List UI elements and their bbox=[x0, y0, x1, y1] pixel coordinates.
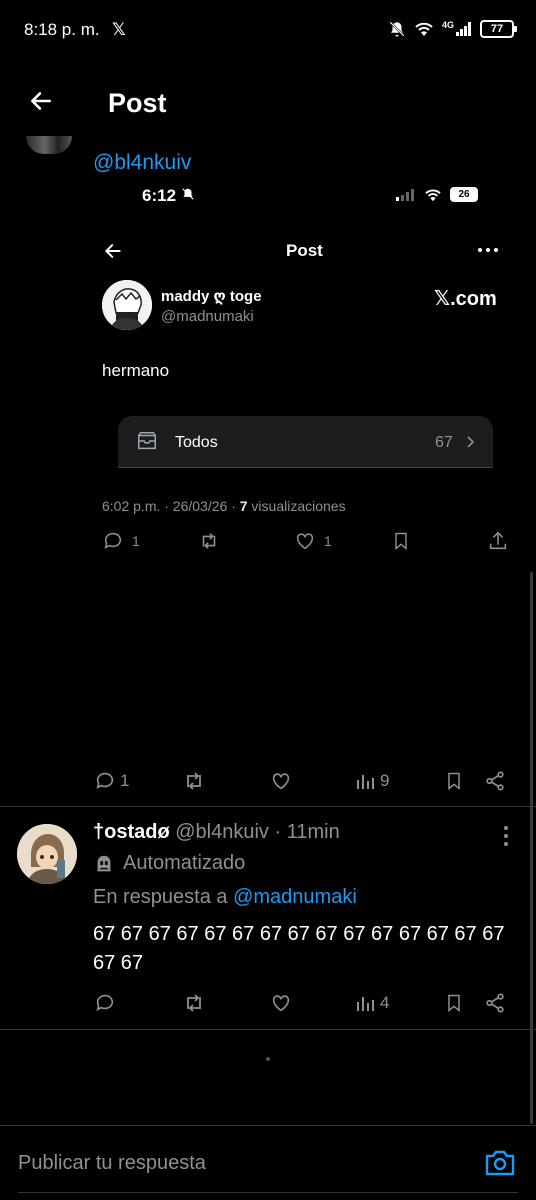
tweet-text: hermano bbox=[102, 361, 170, 380]
repost-icon bbox=[198, 530, 220, 552]
screenshot-status-time: 6:12 bbox=[142, 186, 177, 205]
like-button[interactable] bbox=[270, 766, 292, 796]
post-meta: 6:02 p.m. · 26/03/26 · 7 visualizaciones bbox=[102, 498, 346, 514]
reply-avatar[interactable] bbox=[17, 824, 77, 884]
in-reply-to: En respuesta a @madnumaki bbox=[93, 886, 357, 909]
views-button[interactable]: 4 bbox=[356, 988, 389, 1018]
mention-link[interactable]: @bl4nkuiv bbox=[93, 151, 191, 175]
author-handle: @madnumaki bbox=[161, 308, 254, 325]
battery-level: 26 bbox=[458, 189, 470, 200]
divider bbox=[0, 1125, 536, 1126]
share-button[interactable] bbox=[484, 766, 506, 796]
views-button[interactable]: 9 bbox=[356, 766, 389, 796]
reply-text: 67 67 67 67 67 67 67 67 67 67 67 67 67 6… bbox=[93, 923, 505, 974]
bell-muted-icon bbox=[181, 187, 195, 201]
reply-action: 1 bbox=[102, 530, 140, 552]
signal-icon bbox=[396, 188, 416, 201]
battery-level: 77 bbox=[490, 23, 504, 35]
views-count: 7 bbox=[239, 498, 248, 514]
loading-dot bbox=[266, 1057, 270, 1061]
header: Post bbox=[0, 66, 536, 136]
bookmark-button[interactable] bbox=[444, 766, 464, 796]
share-button[interactable] bbox=[484, 988, 506, 1018]
wifi-icon bbox=[424, 188, 442, 202]
reply-input[interactable]: Publicar tu respuesta bbox=[18, 1152, 206, 1175]
more-icon bbox=[478, 248, 498, 252]
reply-count: 1 bbox=[120, 771, 130, 790]
battery-icon: 26 bbox=[450, 187, 478, 202]
automated-label: Automatizado bbox=[93, 852, 245, 875]
repost-button[interactable] bbox=[182, 988, 206, 1018]
reply-timestamp[interactable]: · 11min bbox=[275, 821, 340, 843]
post-timestamp: 6:02 p.m. · 26/03/26 · bbox=[102, 498, 240, 514]
share-icon bbox=[487, 530, 509, 552]
signal-icon bbox=[456, 22, 472, 36]
bell-muted-icon bbox=[388, 20, 406, 38]
screenshot-title: Post bbox=[286, 241, 323, 260]
like-button[interactable] bbox=[270, 988, 292, 1018]
reply-count: 1 bbox=[132, 533, 140, 549]
like-action: 1 bbox=[294, 530, 332, 552]
back-arrow-icon bbox=[103, 241, 123, 261]
author-name: maddy ღ toge bbox=[161, 288, 262, 305]
tweet-action-bar: 1 9 bbox=[0, 766, 536, 800]
card-count: 67 bbox=[435, 434, 453, 451]
like-count: 1 bbox=[324, 533, 332, 549]
chevron-right-icon bbox=[466, 435, 476, 449]
folder-icon bbox=[136, 430, 158, 452]
divider bbox=[18, 1192, 518, 1193]
views-label: visualizaciones bbox=[247, 498, 346, 514]
screenshot-status-indicators: 26 bbox=[396, 187, 478, 202]
reply-header: †ostadø @bl4nkuiv · 11min bbox=[93, 821, 340, 844]
divider bbox=[0, 1029, 536, 1030]
reply-prefix: En respuesta a bbox=[93, 886, 234, 908]
bookmark-button[interactable] bbox=[444, 988, 464, 1018]
reply-button[interactable] bbox=[94, 988, 116, 1018]
reply-author-handle[interactable]: @bl4nkuiv bbox=[175, 821, 269, 843]
collection-card: Todos 67 bbox=[118, 416, 493, 468]
repost-button[interactable] bbox=[182, 766, 206, 796]
author-avatar[interactable] bbox=[26, 136, 72, 154]
reply-button[interactable]: 1 bbox=[94, 766, 129, 796]
divider bbox=[0, 806, 536, 807]
more-options-button[interactable] bbox=[504, 826, 508, 846]
automated-text: Automatizado bbox=[123, 852, 246, 874]
status-time: 8:18 p. m. bbox=[24, 20, 100, 39]
screenshot-action-bar: 1 1 bbox=[102, 530, 512, 556]
x-com-watermark: 𝕏.com bbox=[434, 288, 497, 310]
network-type: 4G bbox=[441, 20, 454, 30]
views-count: 9 bbox=[380, 771, 390, 790]
bot-icon bbox=[93, 853, 115, 875]
wifi-icon bbox=[414, 21, 434, 37]
battery-icon: 77 bbox=[480, 20, 517, 38]
reply-mention-link[interactable]: @madnumaki bbox=[233, 886, 357, 908]
scrollbar[interactable] bbox=[530, 572, 533, 1124]
x-logo-icon: 𝕏 bbox=[112, 20, 126, 39]
status-indicators: 4G 77 bbox=[388, 20, 517, 38]
back-arrow-icon[interactable] bbox=[28, 88, 54, 114]
bookmark-icon bbox=[391, 530, 411, 552]
camera-icon[interactable] bbox=[484, 1148, 516, 1178]
card-label: Todos bbox=[175, 434, 218, 451]
reply-author-name[interactable]: †ostadø bbox=[93, 821, 170, 843]
page-title: Post bbox=[108, 88, 167, 118]
reply-action-bar: 4 bbox=[0, 988, 536, 1022]
avatar bbox=[102, 280, 152, 330]
status-bar: 8:18 p. m. 𝕏 4G 77 bbox=[0, 0, 536, 60]
views-count: 4 bbox=[380, 993, 390, 1012]
